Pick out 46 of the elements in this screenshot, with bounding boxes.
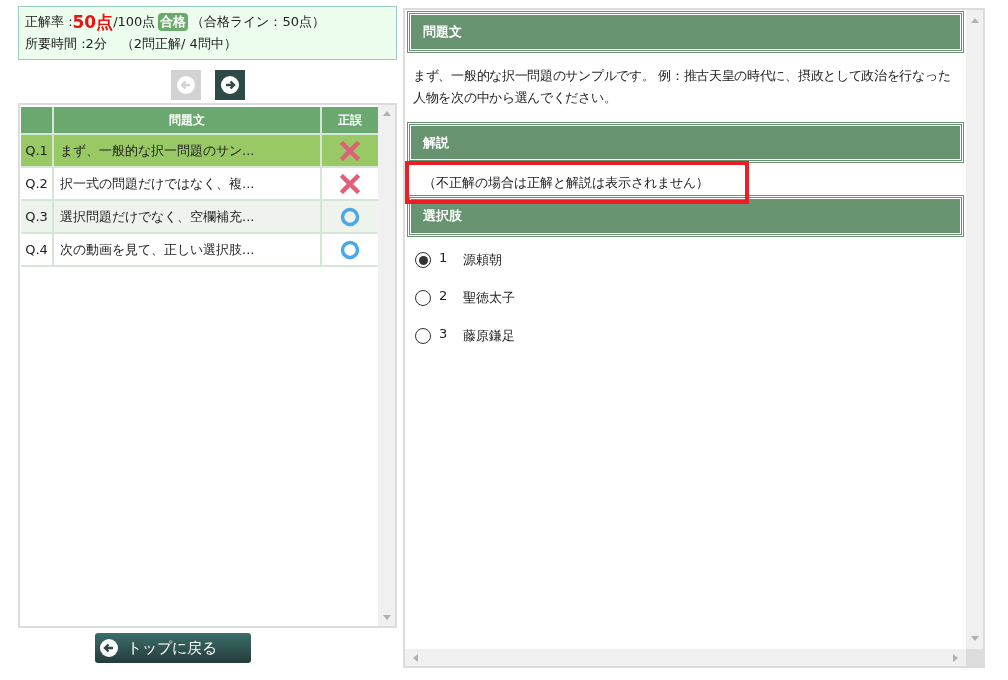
horizontal-scrollbar[interactable] [405, 649, 966, 666]
score-total: /100点 [113, 14, 156, 29]
radio-button[interactable] [415, 328, 431, 344]
vertical-scrollbar[interactable] [966, 10, 983, 649]
choice-label: 源頼朝 [463, 251, 502, 270]
section-header: 解説 [408, 122, 963, 162]
radio-button[interactable] [415, 290, 431, 306]
choice-label: 聖徳太子 [463, 289, 515, 308]
score-label: 正解率 : [25, 13, 73, 31]
section-header: 問題文 [408, 12, 963, 52]
choice-number: 1 [439, 249, 449, 268]
question-number: Q.1 [21, 135, 54, 166]
next-button[interactable] [214, 70, 245, 100]
section-header: 選択肢 [408, 196, 963, 236]
question-number: Q.2 [21, 168, 54, 199]
question-text: まず、一般的な択一問題のサンプルです。 例：推古天皇の時代に、摂政として政治を行なった人物を次の中から選んでください。 [412, 66, 952, 107]
choice-number: 2 [439, 287, 449, 306]
question-row[interactable]: Q.2 択一式の問題だけではなく、複... [21, 168, 378, 201]
count-text: （2問正解/ 4問中） [120, 35, 237, 53]
scrollbar[interactable] [378, 105, 395, 626]
choice-number: 3 [439, 325, 449, 344]
question-text: まず、一般的な択一問題のサン... [54, 135, 322, 166]
question-row[interactable]: Q.1 まず、一般的な択一問題のサン... [21, 135, 378, 168]
question-text: 択一式の問題だけではなく、複... [54, 168, 322, 199]
pass-badge: 合格 [158, 13, 189, 31]
question-row[interactable]: Q.4 次の動画を見て、正しい選択肢... [21, 234, 378, 267]
explanation-text: （不正解の場合は正解と解説は表示されません） [405, 161, 749, 204]
scroll-up-icon[interactable] [970, 18, 979, 23]
column-header: 問題文 [54, 107, 322, 133]
scroll-down-icon[interactable] [970, 636, 979, 641]
score-value: 50点 [72, 11, 114, 33]
column-header: 正誤 [337, 112, 363, 129]
question-number: Q.3 [21, 201, 54, 232]
choice-label: 藤原鎌足 [463, 327, 515, 346]
question-number: Q.4 [21, 234, 54, 265]
scroll-down-icon[interactable] [382, 615, 391, 620]
time-text: 所要時間 :2分 [25, 35, 107, 53]
back-to-top-button[interactable]: トップに戻る [94, 633, 251, 663]
question-text: 次の動画を見て、正しい選択肢... [54, 234, 322, 265]
scroll-right-icon[interactable] [953, 653, 958, 662]
question-row[interactable]: Q.3 選択問題だけでなく、空欄補充... [21, 201, 378, 234]
pass-line: （合格ライン：50点） [191, 13, 325, 31]
question-text: 選択問題だけでなく、空欄補充... [54, 201, 322, 232]
scroll-up-icon[interactable] [382, 111, 391, 116]
scroll-left-icon[interactable] [413, 653, 418, 662]
radio-button[interactable] [415, 252, 431, 268]
